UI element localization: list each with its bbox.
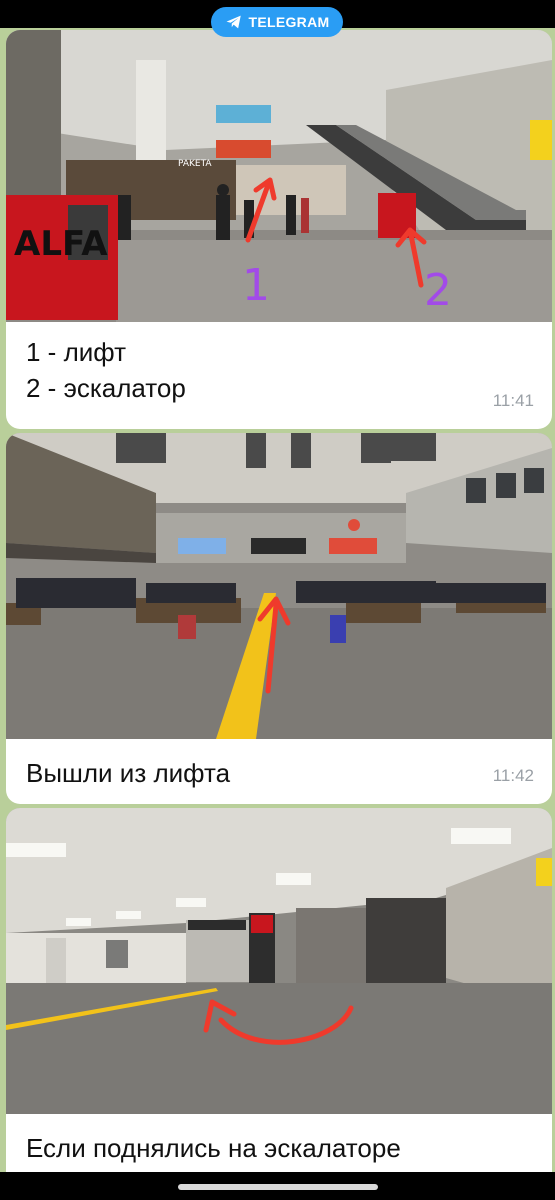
system-bottom-bar [0, 1172, 555, 1200]
telegram-badge[interactable]: TELEGRAM [211, 7, 343, 37]
caption-line-1: 1 - лифт [26, 337, 126, 367]
shop-sign: PAKETA [178, 159, 212, 169]
photo-corridor[interactable] [6, 808, 552, 1114]
photo-waiting-hall[interactable] [6, 433, 552, 739]
message-bubble[interactable]: Вышли из лифта 11:42 [6, 433, 552, 804]
paper-plane-icon [226, 15, 241, 29]
caption-line-1: Если поднялись на эскалаторе [26, 1133, 401, 1163]
alfa-sign-1: ALFA [14, 224, 108, 264]
home-indicator[interactable] [178, 1184, 378, 1190]
message-bubble[interactable]: Если поднялись на эскалаторе [6, 808, 552, 1173]
message-time: 11:41 [492, 391, 534, 410]
marker-1: 1 [242, 260, 270, 311]
message-time: 11:42 [492, 766, 534, 785]
telegram-badge-label: TELEGRAM [248, 14, 330, 30]
marker-2: 2 [424, 265, 452, 316]
message-caption: Если поднялись на эскалаторе [6, 1114, 552, 1173]
photo-escalator-hall[interactable]: PAKETA ALFA 1 2 [6, 30, 552, 322]
caption-line-2: 2 - эскалатор [26, 373, 186, 403]
message-bubble[interactable]: PAKETA ALFA 1 2 1 - лифт 2 - эскалатор 1… [6, 30, 552, 429]
message-caption: Вышли из лифта 11:42 [6, 739, 552, 804]
caption-line-1: Вышли из лифта [26, 758, 231, 788]
message-caption: 1 - лифт 2 - эскалатор 11:41 [6, 322, 552, 429]
